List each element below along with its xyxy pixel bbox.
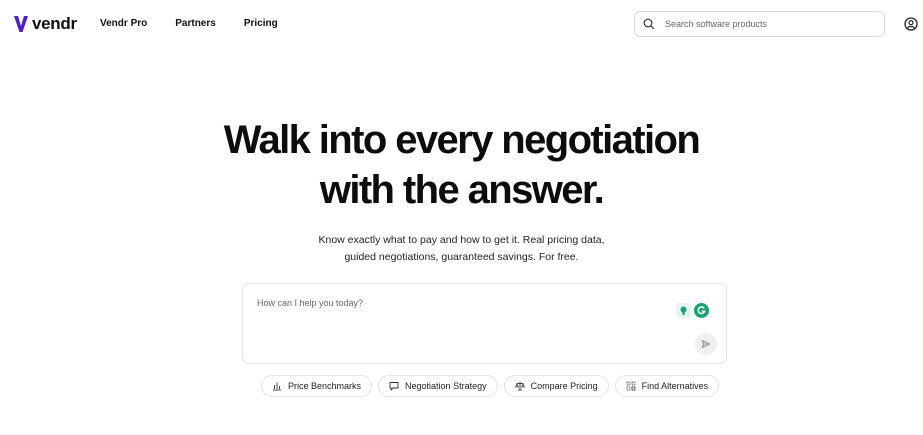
nav-partners[interactable]: Partners	[175, 18, 216, 29]
account-icon[interactable]	[904, 17, 918, 31]
search-input[interactable]	[665, 19, 865, 29]
chip-label: Compare Pricing	[530, 381, 598, 391]
hero-headline: Walk into every negotiation with the ans…	[0, 115, 923, 215]
chip-find-alternatives[interactable]: Find Alternatives	[614, 375, 720, 397]
vendr-logo-icon	[14, 16, 28, 32]
extension-badges	[676, 303, 709, 318]
prompt-input[interactable]: How can I help you today?	[257, 298, 363, 308]
grammarly-g-icon	[697, 306, 706, 315]
prompt-composer[interactable]: How can I help you today?	[242, 283, 727, 364]
send-icon	[701, 340, 711, 348]
grid-icon	[626, 381, 636, 391]
grammarly-icon[interactable]	[694, 303, 709, 318]
chip-price-benchmarks[interactable]: Price Benchmarks	[261, 375, 373, 397]
lightbulb-icon	[680, 306, 687, 315]
main-nav: Vendr Pro Partners Pricing	[100, 18, 306, 29]
scale-icon	[514, 382, 525, 391]
subheading-line-2: guided negotiations, guaranteed savings.…	[344, 251, 579, 263]
brand-name: vendr	[32, 14, 77, 33]
headline-line-2: with the answer.	[319, 168, 605, 212]
chip-negotiation-strategy[interactable]: Negotiation Strategy	[378, 375, 498, 397]
send-button[interactable]	[695, 333, 717, 355]
chat-bubble-icon	[389, 382, 399, 391]
search-icon	[643, 18, 655, 30]
nav-vendr-pro[interactable]: Vendr Pro	[100, 18, 147, 29]
chip-label: Find Alternatives	[641, 381, 709, 391]
chip-label: Negotiation Strategy	[405, 381, 487, 391]
nav-pricing[interactable]: Pricing	[244, 18, 278, 29]
suggestion-chips: Price Benchmarks Negotiation Strategy Co…	[261, 375, 725, 397]
vendr-logo[interactable]: vendr	[14, 14, 77, 34]
chip-compare-pricing[interactable]: Compare Pricing	[503, 375, 609, 397]
top-navigation: vendr Vendr Pro Partners Pricing	[0, 0, 923, 48]
subheading-line-1: Know exactly what to pay and how to get …	[318, 234, 605, 246]
chip-label: Price Benchmarks	[288, 381, 362, 391]
bar-chart-icon	[273, 382, 281, 391]
headline-line-1: Walk into every negotiation	[223, 118, 701, 162]
search-bar[interactable]	[634, 11, 885, 37]
bulb-extension-icon[interactable]	[676, 303, 691, 318]
hero-subheading: Know exactly what to pay and how to get …	[0, 232, 923, 266]
